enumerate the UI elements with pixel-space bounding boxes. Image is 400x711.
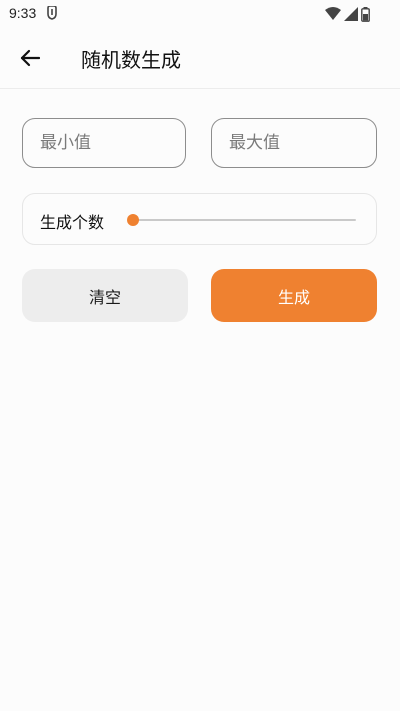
max-value-field <box>211 118 377 168</box>
status-bar: 9:33 <box>0 0 400 28</box>
max-value-input[interactable] <box>212 119 376 167</box>
count-card: 生成个数 <box>22 193 377 245</box>
screen: 9:33 随机数生成 最小值 最大值 生成个数 清空 生成 <box>0 0 400 711</box>
count-slider[interactable] <box>127 214 356 226</box>
page-title: 随机数生成 <box>81 48 181 72</box>
notification-icon <box>47 6 57 20</box>
battery-icon <box>361 6 370 22</box>
back-button[interactable] <box>14 42 46 74</box>
wifi-icon <box>325 7 341 20</box>
status-time: 9:33 <box>9 5 37 21</box>
count-label: 生成个数 <box>40 213 105 232</box>
generate-button[interactable]: 生成 <box>211 269 377 322</box>
signal-icon <box>344 7 358 21</box>
app-bar: 随机数生成 <box>0 28 400 89</box>
clear-button[interactable]: 清空 <box>22 269 188 322</box>
arrow-left-icon <box>20 49 40 67</box>
min-value-field <box>22 118 186 168</box>
slider-thumb[interactable] <box>127 214 139 226</box>
status-icons <box>325 6 370 22</box>
min-value-input[interactable] <box>23 119 185 167</box>
